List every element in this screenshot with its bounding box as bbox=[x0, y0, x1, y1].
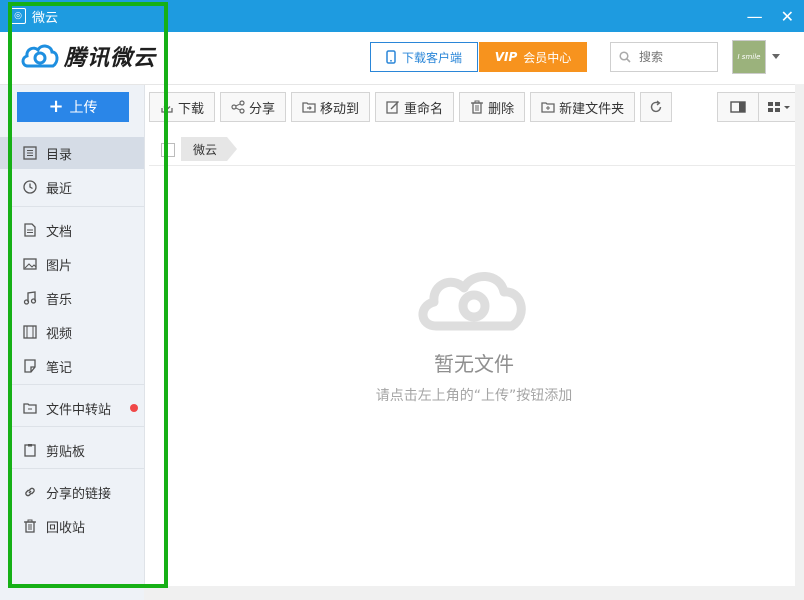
download-icon bbox=[161, 102, 173, 113]
avatar[interactable]: I smile bbox=[732, 40, 766, 74]
close-button[interactable]: ✕ bbox=[781, 7, 794, 26]
sidebar-item-documents[interactable]: 文档 bbox=[0, 214, 144, 246]
move-folder-icon bbox=[302, 102, 316, 113]
new-folder-label: 新建文件夹 bbox=[559, 101, 625, 117]
view-switcher bbox=[717, 92, 800, 122]
plus-icon: + bbox=[48, 96, 64, 117]
breadcrumb-root[interactable]: 微云 bbox=[181, 137, 238, 161]
sidebar-item-notes[interactable]: 笔记 bbox=[0, 350, 144, 382]
share-label: 分享 bbox=[249, 101, 276, 117]
vip-center-button[interactable]: VIP 会员中心 bbox=[479, 42, 587, 72]
sidebar-item-label: 文档 bbox=[46, 224, 73, 240]
upload-label: 上传 bbox=[69, 100, 98, 116]
sidebar: + 上传 目录 最近 文档 图片 音乐 视频 笔记 文件中转站 剪贴板 分享的链… bbox=[0, 85, 145, 600]
document-icon bbox=[22, 222, 38, 238]
file-toolbar: 下载 分享 移动到 重命名 删除 新建文件夹 bbox=[149, 92, 673, 122]
rename-button[interactable]: 重命名 bbox=[375, 92, 455, 122]
note-icon bbox=[22, 358, 38, 374]
sidebar-item-video[interactable]: 视频 bbox=[0, 316, 144, 348]
sidebar-divider bbox=[12, 426, 144, 427]
window-title: 微云 bbox=[32, 10, 59, 26]
logo: 腾讯微云 bbox=[20, 40, 156, 72]
sidebar-divider bbox=[12, 206, 144, 207]
share-button[interactable]: 分享 bbox=[220, 92, 287, 122]
film-icon bbox=[22, 324, 38, 340]
cloud-logo-icon bbox=[21, 44, 59, 68]
view-mode-dropdown[interactable] bbox=[759, 92, 800, 122]
sidebar-item-directory[interactable]: 目录 bbox=[0, 137, 144, 169]
sidebar-item-recycle-bin[interactable]: 回收站 bbox=[0, 510, 144, 542]
trash-icon bbox=[22, 518, 38, 534]
sidebar-item-label: 图片 bbox=[46, 258, 73, 274]
sidebar-item-label: 剪贴板 bbox=[46, 444, 86, 460]
search-box[interactable] bbox=[610, 42, 718, 72]
window-controls: — ✕ bbox=[747, 0, 794, 32]
refresh-icon bbox=[650, 100, 662, 113]
delete-label: 删除 bbox=[488, 101, 515, 117]
grid-view-icon bbox=[768, 102, 790, 112]
edit-icon bbox=[386, 101, 400, 114]
clipboard-icon bbox=[22, 442, 38, 458]
sidebar-item-label: 分享的链接 bbox=[46, 486, 112, 502]
sidebar-divider bbox=[12, 384, 144, 385]
sidebar-item-label: 视频 bbox=[46, 326, 73, 342]
sidebar-item-music[interactable]: 音乐 bbox=[0, 282, 144, 314]
delete-button[interactable]: 删除 bbox=[459, 92, 526, 122]
title-bar: ◎ 微云 — ✕ bbox=[0, 0, 804, 32]
search-icon bbox=[619, 51, 631, 63]
empty-title: 暂无文件 bbox=[434, 352, 514, 376]
new-folder-icon bbox=[541, 102, 555, 113]
sidebar-item-label: 音乐 bbox=[46, 292, 73, 308]
sidebar-item-recent[interactable]: 最近 bbox=[0, 171, 144, 203]
sidebar-item-images[interactable]: 图片 bbox=[0, 248, 144, 280]
trash-icon bbox=[471, 100, 484, 114]
download-client-label: 下载客户端 bbox=[401, 50, 462, 65]
vip-icon: VIP bbox=[494, 50, 518, 64]
move-to-label: 移动到 bbox=[320, 101, 360, 117]
minimize-button[interactable]: — bbox=[747, 7, 763, 26]
avatar-dropdown-icon[interactable] bbox=[772, 54, 780, 59]
empty-hint: 请点击左上角的“上传”按钮添加 bbox=[375, 388, 573, 404]
move-to-button[interactable]: 移动到 bbox=[291, 92, 371, 122]
select-all-checkbox[interactable] bbox=[161, 143, 175, 157]
search-input[interactable] bbox=[637, 49, 711, 65]
detail-pane-toggle[interactable] bbox=[717, 92, 759, 122]
clock-icon bbox=[22, 179, 38, 195]
sidebar-item-clipboard[interactable]: 剪贴板 bbox=[0, 434, 144, 466]
sidebar-item-label: 笔记 bbox=[46, 360, 73, 376]
breadcrumb: 微云 bbox=[149, 133, 795, 166]
new-folder-button[interactable]: 新建文件夹 bbox=[530, 92, 636, 122]
weiyun-app-icon: ◎ bbox=[10, 8, 26, 24]
vip-center-label: 会员中心 bbox=[523, 50, 572, 65]
window-edge bbox=[795, 84, 804, 600]
transfer-icon bbox=[22, 400, 38, 416]
avatar-text: I smile bbox=[737, 53, 761, 61]
brand-name: 腾讯微云 bbox=[64, 46, 157, 71]
music-icon bbox=[22, 290, 38, 306]
rename-label: 重命名 bbox=[404, 101, 444, 117]
download-button[interactable]: 下载 bbox=[149, 92, 216, 122]
sidebar-item-transfer-station[interactable]: 文件中转站 bbox=[0, 392, 144, 424]
phone-icon bbox=[386, 50, 396, 64]
image-icon bbox=[22, 256, 38, 272]
sidebar-item-label: 目录 bbox=[46, 147, 73, 163]
download-client-button[interactable]: 下载客户端 bbox=[370, 42, 478, 72]
upload-button[interactable]: + 上传 bbox=[17, 92, 129, 122]
share-icon bbox=[231, 100, 245, 114]
sidebar-divider bbox=[12, 468, 144, 469]
cloud-empty-icon bbox=[418, 272, 526, 331]
header: 腾讯微云 下载客户端 VIP 会员中心 I smile bbox=[0, 32, 804, 85]
sidebar-item-label: 回收站 bbox=[46, 520, 86, 536]
download-label: 下载 bbox=[178, 101, 205, 117]
notification-dot bbox=[130, 404, 138, 412]
sidebar-item-shared-links[interactable]: 分享的链接 bbox=[0, 476, 144, 508]
list-icon bbox=[22, 145, 38, 161]
panel-icon bbox=[730, 101, 746, 113]
sidebar-item-label: 最近 bbox=[46, 181, 73, 197]
sidebar-item-label: 文件中转站 bbox=[46, 402, 112, 418]
link-icon bbox=[22, 484, 38, 500]
status-strip bbox=[144, 586, 804, 600]
empty-state: 暂无文件 请点击左上角的“上传”按钮添加 bbox=[344, 260, 604, 405]
refresh-button[interactable] bbox=[640, 92, 673, 122]
